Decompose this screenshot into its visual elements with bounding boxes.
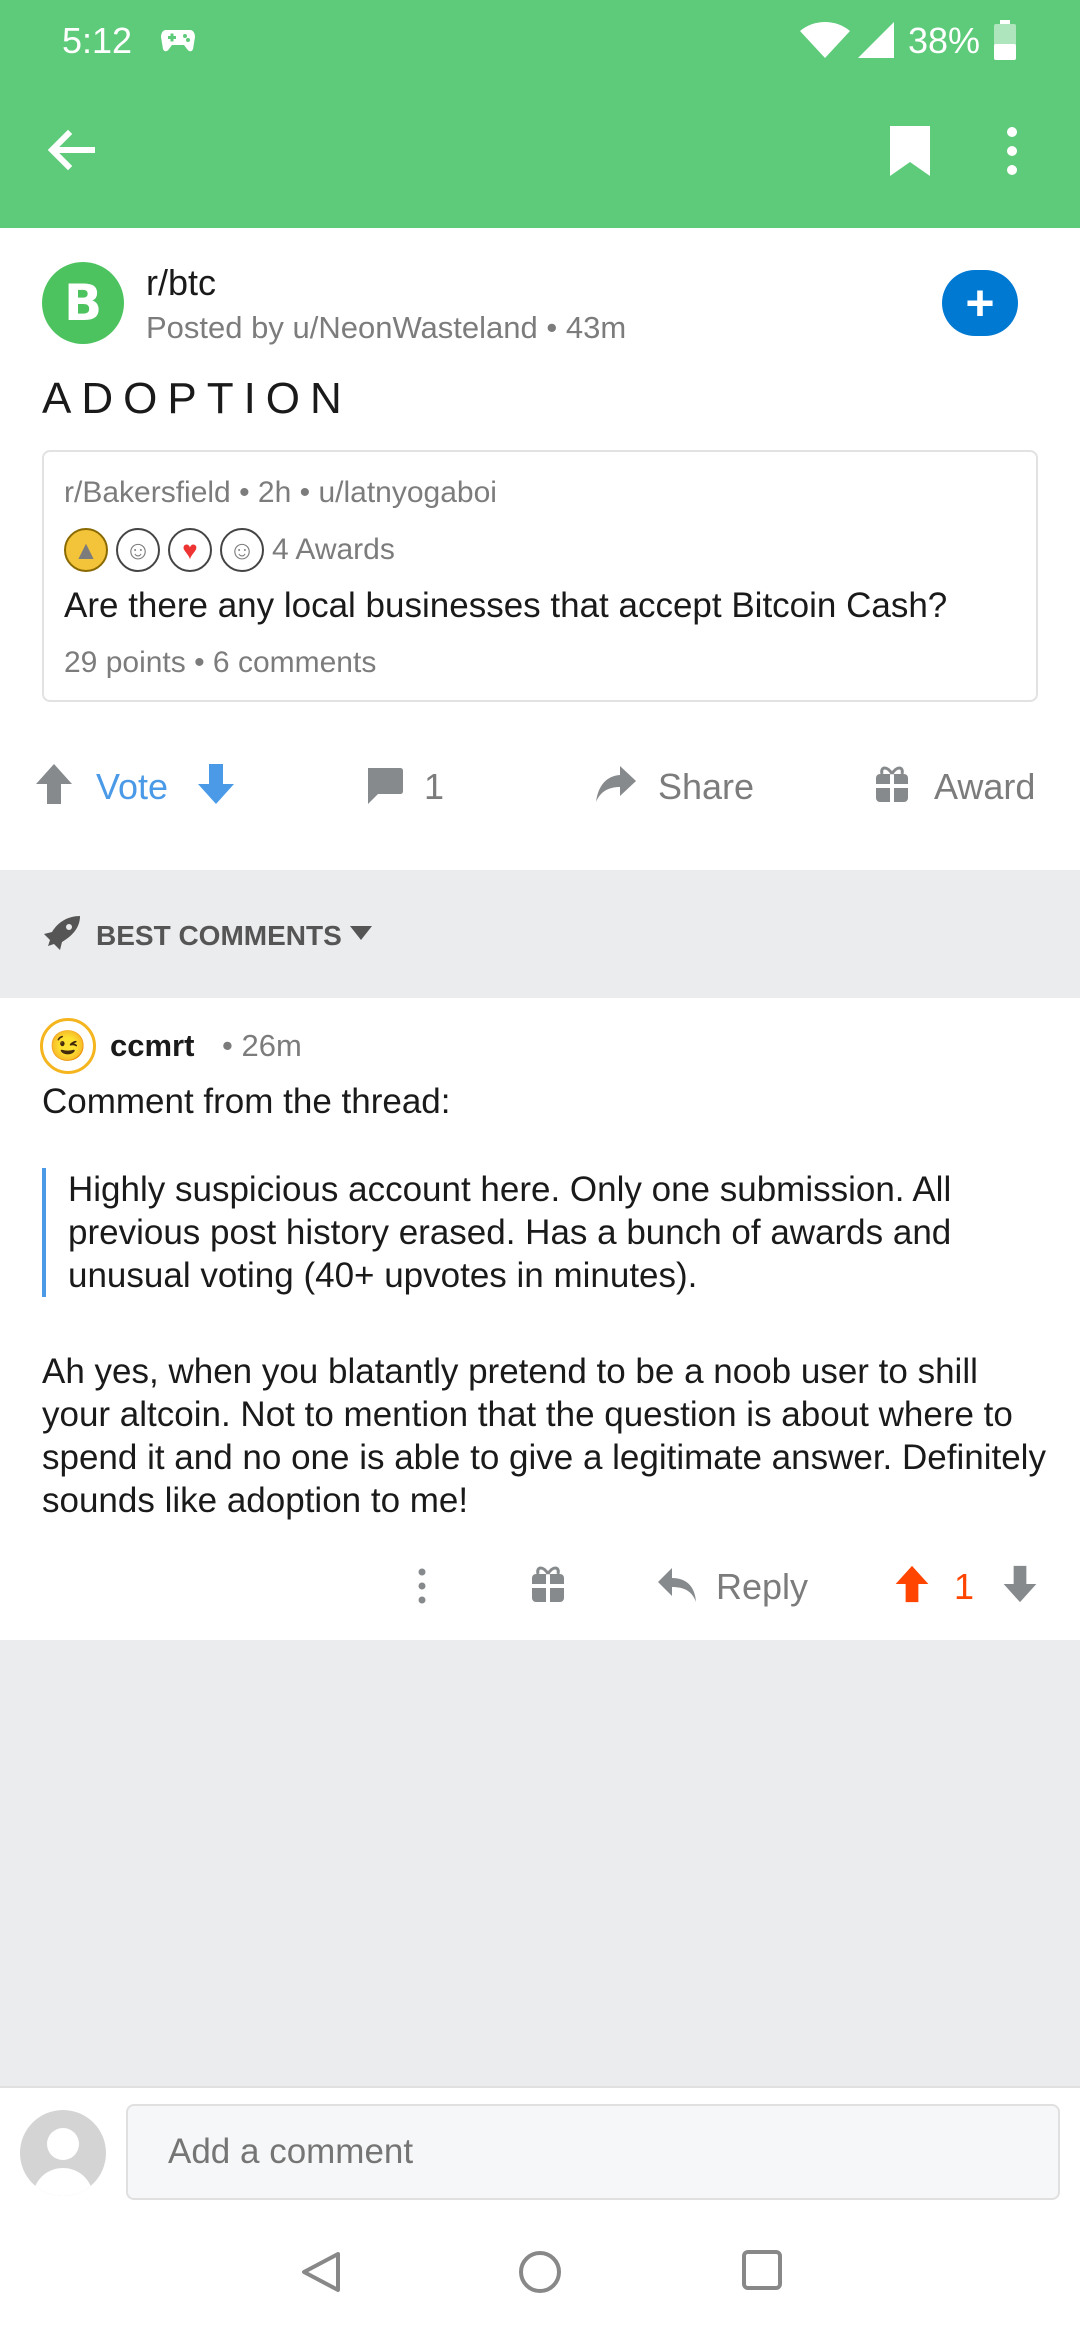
subreddit-avatar[interactable]: B — [42, 262, 124, 344]
crosspost-title: Are there any local businesses that acce… — [64, 586, 948, 625]
back-arrow-icon[interactable] — [44, 124, 96, 176]
comment-body: Ah yes, when you blatantly pretend to be… — [42, 1352, 1046, 1520]
comment-intro: Comment from the thread: — [42, 1082, 451, 1121]
share-icon[interactable] — [594, 764, 638, 804]
user-avatar[interactable] — [20, 2110, 106, 2196]
join-button[interactable]: + — [942, 270, 1018, 336]
crosspost-stats: 29 points • 6 comments — [64, 646, 377, 679]
awards-row[interactable]: ▲ ☺ ♥ ☺ 4 Awards — [64, 528, 395, 572]
status-time: 5:12 — [62, 20, 133, 61]
post-title: ADOPTION — [42, 374, 352, 423]
comment-sort-bar[interactable]: BEST COMMENTS — [0, 870, 1080, 998]
crosspost-card[interactable]: r/Bakersfield • 2h • u/latnyogaboi ▲ ☺ ♥… — [42, 450, 1038, 702]
award-helpful-icon: ☺ — [220, 528, 264, 572]
wifi-icon — [800, 22, 850, 58]
status-bar: 5:12 38% — [0, 0, 1080, 80]
comment-count[interactable]: 1 — [424, 766, 444, 808]
app-bar — [0, 80, 1080, 228]
reply-icon[interactable] — [656, 1566, 698, 1604]
commenter-username[interactable]: ccmrt — [110, 1028, 194, 1064]
comment-score: 1 — [954, 1566, 975, 1607]
award-label[interactable]: Award — [934, 766, 1035, 808]
upvote-icon[interactable] — [34, 762, 74, 806]
commenter-avatar[interactable]: 😉 — [40, 1018, 96, 1074]
comment-item: 😉 ccmrt • 26m Comment from the thread: H… — [0, 998, 1080, 1640]
more-vert-icon[interactable] — [412, 1566, 432, 1606]
more-vert-icon[interactable] — [1000, 124, 1024, 178]
post-card: B r/btc Posted by u/NeonWasteland • 43m … — [0, 228, 1080, 870]
comment-quote: Highly suspicious account here. Only one… — [42, 1168, 1032, 1297]
share-label[interactable]: Share — [658, 766, 754, 808]
chevron-down-icon[interactable] — [350, 926, 372, 940]
nav-recents-icon[interactable] — [742, 2250, 782, 2290]
post-actions: Vote 1 Share Award — [0, 748, 1080, 828]
downvote-icon[interactable] — [1000, 1564, 1040, 1604]
nav-back-icon[interactable] — [300, 2250, 342, 2294]
comment-icon[interactable] — [364, 766, 404, 806]
gift-icon[interactable] — [874, 764, 910, 804]
subreddit-name[interactable]: r/btc — [146, 262, 216, 304]
battery-percentage: 38% — [908, 20, 981, 61]
gift-icon[interactable] — [530, 1564, 566, 1604]
crosspost-meta: r/Bakersfield • 2h • u/latnyogaboi — [64, 476, 497, 509]
award-heart-eyes-icon: ♥ — [168, 528, 212, 572]
downvote-icon[interactable] — [196, 762, 236, 806]
post-author-line[interactable]: Posted by u/NeonWasteland • 43m — [146, 310, 626, 346]
rocket-icon — [44, 916, 80, 950]
user-silhouette-icon — [32, 2128, 94, 2196]
system-nav-bar — [0, 2210, 1080, 2340]
game-controller-icon — [161, 30, 195, 52]
award-gold-icon: ▲ — [64, 528, 108, 572]
vote-label: Vote — [96, 766, 169, 807]
nav-home-icon[interactable] — [518, 2250, 562, 2294]
battery-icon — [994, 20, 1016, 60]
bookmark-icon[interactable] — [886, 124, 934, 178]
comment-input[interactable] — [126, 2104, 1060, 2200]
comment-composer — [0, 2086, 1080, 2210]
cell-signal-icon — [858, 22, 894, 58]
comment-time: • 26m — [222, 1028, 302, 1063]
upvote-icon[interactable] — [892, 1564, 932, 1604]
reply-button[interactable]: Reply — [716, 1566, 808, 1608]
award-wholesome-icon: ☺ — [116, 528, 160, 572]
sort-label[interactable]: BEST COMMENTS — [96, 920, 342, 952]
awards-count: 4 Awards — [272, 533, 395, 566]
